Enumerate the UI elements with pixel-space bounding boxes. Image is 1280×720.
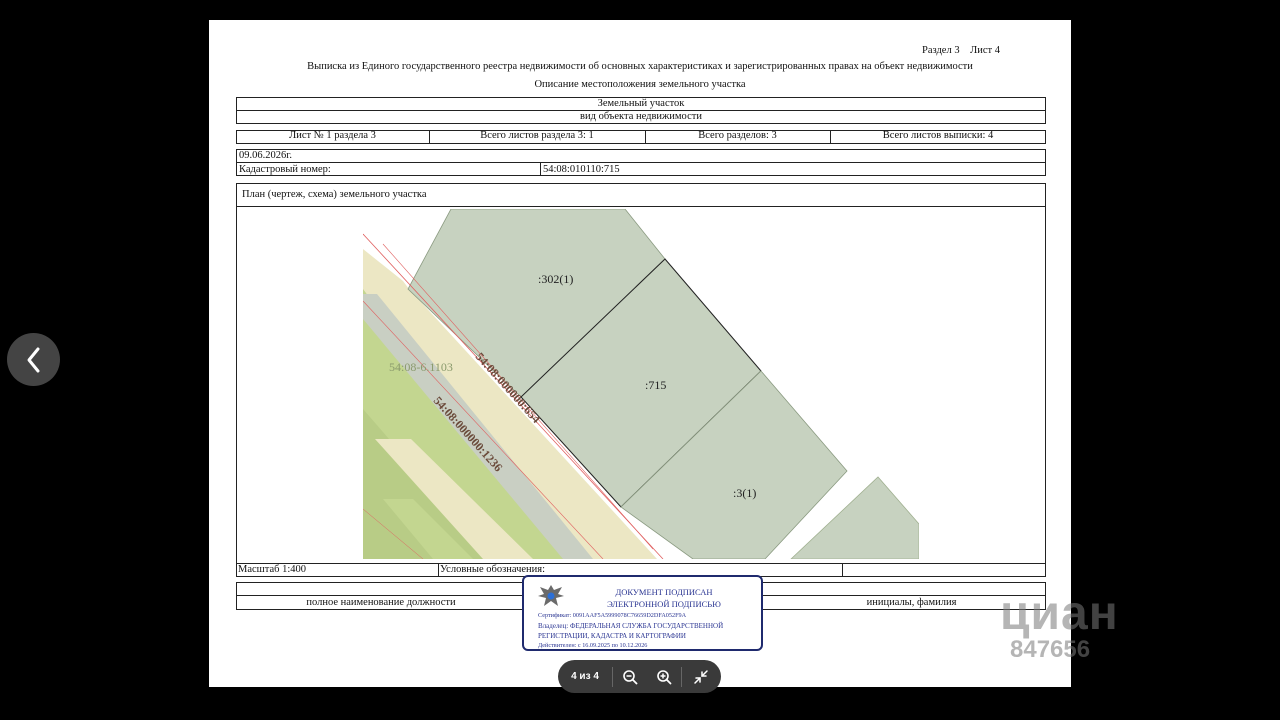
parcel-label-715: :715 (645, 378, 666, 392)
document-title: Выписка из Единого государственного реес… (307, 61, 973, 72)
total-sheets-count: Всего листов выписки: 4 (882, 130, 994, 141)
page-indicator-text: 4 из 4 (571, 671, 599, 682)
position-caption: полное наименование должности (306, 597, 456, 608)
extract-date: 09.06.2026г. (239, 150, 292, 161)
scale-label: Масштаб 1:400 (238, 564, 307, 575)
sheet-number: Лист № 1 раздела 3 (289, 130, 376, 141)
page-indicator: 4 из 4 (558, 660, 612, 693)
zoom-in-button[interactable] (647, 660, 681, 693)
sections-count: Всего разделов: 3 (698, 130, 777, 141)
watermark-brand: циан (1000, 587, 1119, 640)
watermark-number: 847656 (1010, 636, 1091, 663)
prev-page-button[interactable] (7, 333, 60, 386)
object-type-caption: вид объекта недвижимости (580, 111, 702, 122)
cadastral-number: 54:08:010110:715 (543, 164, 620, 175)
exit-fullscreen-button[interactable] (682, 660, 720, 693)
object-type: Земельный участок (597, 98, 685, 109)
exit-fullscreen-icon (694, 669, 708, 684)
chevron-left-icon (27, 347, 39, 372)
stamp-owner1: Владелец: ФЕДЕРАЛЬНАЯ СЛУЖБА ГОСУДАРСТВЕ… (538, 622, 724, 630)
document-subtitle: Описание местоположения земельного участ… (534, 79, 746, 90)
cadastral-map: :302(1) :715 :3(1) 54:08-6.1103 54:08:00… (363, 209, 919, 559)
legend-label: Условные обозначения: (440, 564, 546, 575)
cian-watermark: циан 847656 (960, 590, 1119, 662)
zoom-in-icon (657, 669, 672, 684)
stamp-line1: ДОКУМЕНТ ПОДПИСАН (615, 587, 713, 597)
cadastral-number-label: Кадастровый номер: (239, 164, 331, 175)
section-sheets-count: Всего листов раздела 3: 1 (480, 130, 594, 141)
signature-stamp: ДОКУМЕНТ ПОДПИСАН ЭЛЕКТРОННОЙ ПОДПИСЬЮ С… (522, 575, 763, 651)
stamp-line2: ЭЛЕКТРОННОЙ ПОДПИСЬЮ (607, 599, 721, 609)
viewer-toolbar: 4 из 4 (558, 660, 721, 693)
stamp-owner2: РЕГИСТРАЦИИ, КАДАСТРА И КАРТОГРАФИИ (538, 632, 686, 640)
document-page: Раздел 3 Лист 4 Выписка из Единого госуд… (209, 20, 1071, 687)
parcel-label-3: :3(1) (733, 486, 756, 500)
zoom-out-button[interactable] (613, 660, 647, 693)
zone-label-1103: 54:08-6.1103 (389, 360, 453, 374)
stamp-valid: Действителен: с 16.09.2025 по 10.12.2026 (538, 642, 648, 649)
parcel-label-302: :302(1) (538, 272, 573, 286)
plan-title: План (чертеж, схема) земельного участка (242, 189, 427, 200)
eagle-emblem-icon (538, 585, 564, 606)
zoom-out-icon (623, 669, 638, 684)
stamp-cert: Сертификат: 0091AAF5A5999078C76659D2DFA0… (538, 612, 687, 619)
section-sheet-label: Раздел 3 Лист 4 (922, 45, 1000, 56)
